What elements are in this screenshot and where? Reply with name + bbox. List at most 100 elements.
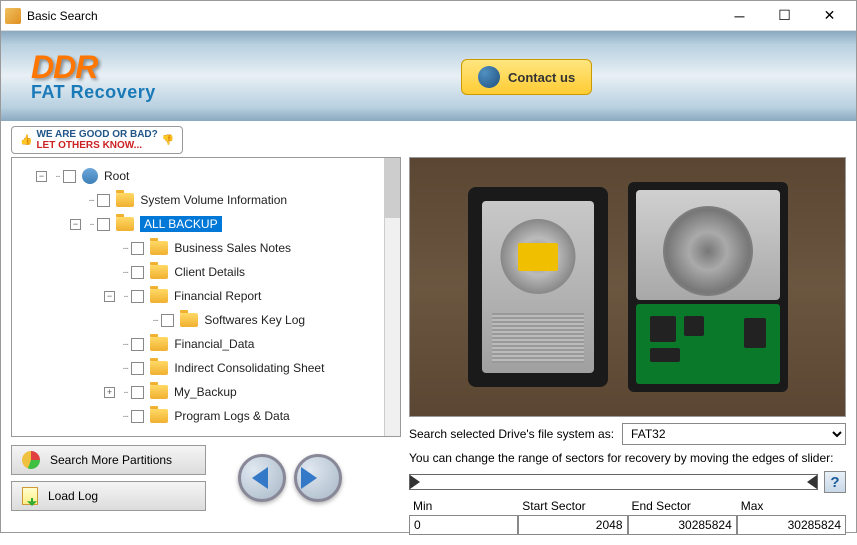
tree-label: Softwares Key Log	[204, 313, 305, 327]
contact-label: Contact us	[508, 70, 575, 85]
product-name: FAT Recovery	[31, 82, 156, 103]
tree-connector: ···	[123, 291, 127, 302]
expand-toggle[interactable]: +	[104, 387, 115, 398]
tree-connector: ···	[89, 219, 93, 230]
close-button[interactable]: ✕	[807, 2, 852, 30]
tree-connector: ····	[122, 339, 127, 350]
arrow-right-icon	[301, 467, 339, 489]
tree-root-row[interactable]: − ··· Root	[12, 164, 400, 188]
search-more-label: Search More Partitions	[50, 453, 172, 467]
window-controls: ─ ☐ ✕	[717, 2, 852, 30]
tree-connector: ····	[122, 363, 127, 374]
tree-checkbox[interactable]	[161, 314, 174, 327]
nav-arrows	[238, 454, 342, 502]
tree-label: System Volume Information	[140, 193, 287, 207]
collapse-toggle[interactable]: −	[70, 219, 81, 230]
contact-us-button[interactable]: Contact us	[461, 59, 592, 95]
left-button-row: Search More Partitions Load Log	[11, 445, 401, 511]
folder-icon	[150, 265, 168, 279]
collapse-toggle[interactable]: −	[36, 171, 47, 182]
tree-root-label: Root	[104, 169, 129, 183]
folder-icon	[150, 337, 168, 351]
tree-connector: ···	[55, 171, 59, 182]
tree-panel: − ··· Root ···· System Volume Informatio…	[11, 157, 401, 437]
slider-hint-row: You can change the range of sectors for …	[409, 451, 846, 465]
sector-grid: Min Start Sector End Sector Max 0 2048 3…	[409, 497, 846, 535]
tree-label: My_Backup	[174, 385, 237, 399]
min-value: 0	[409, 515, 518, 535]
filesystem-select[interactable]: FAT32	[622, 423, 846, 445]
person-icon	[478, 66, 500, 88]
pie-chart-icon	[22, 451, 40, 469]
tree-connector: ···	[123, 387, 127, 398]
maximize-button[interactable]: ☐	[762, 2, 807, 30]
tree-row[interactable]: ···· Business Sales Notes	[12, 236, 400, 260]
folder-icon	[116, 217, 134, 231]
filesystem-label: Search selected Drive's file system as:	[409, 427, 614, 441]
brand-logo: DDR	[31, 49, 156, 86]
app-icon	[5, 8, 21, 24]
max-header: Max	[737, 497, 846, 515]
window-title: Basic Search	[27, 9, 717, 23]
help-button[interactable]: ?	[824, 471, 846, 493]
left-pane: − ··· Root ···· System Volume Informatio…	[11, 157, 401, 535]
tree-row[interactable]: ···· Indirect Consolidating Sheet	[12, 356, 400, 380]
load-log-button[interactable]: Load Log	[11, 481, 206, 511]
drive-icon	[82, 168, 98, 184]
tree-row[interactable]: ···· Financial_Data	[12, 332, 400, 356]
tree-row[interactable]: − ··· ALL BACKUP	[12, 212, 400, 236]
forward-button[interactable]	[294, 454, 342, 502]
tree-checkbox[interactable]	[131, 386, 144, 399]
back-button[interactable]	[238, 454, 286, 502]
right-pane: Search selected Drive's file system as: …	[409, 157, 846, 535]
end-sector-input[interactable]: 30285824	[628, 515, 737, 535]
tree-checkbox[interactable]	[131, 410, 144, 423]
sector-range-slider[interactable]	[409, 474, 818, 490]
tree-row[interactable]: ···· Client Details	[12, 260, 400, 284]
minimize-button[interactable]: ─	[717, 2, 762, 30]
tree-scrollbar[interactable]	[384, 158, 400, 436]
tree-row[interactable]: ···· Softwares Key Log	[12, 308, 400, 332]
min-header: Min	[409, 497, 518, 515]
end-sector-header: End Sector	[628, 497, 737, 515]
thumbs-down-icon: 👎	[162, 135, 174, 146]
tree-checkbox[interactable]	[97, 218, 110, 231]
start-sector-input[interactable]: 2048	[518, 515, 627, 535]
max-value: 30285824	[737, 515, 846, 535]
tree-row[interactable]: − ··· Financial Report	[12, 284, 400, 308]
tree-label-selected: ALL BACKUP	[140, 216, 222, 232]
feedback-line2: LET OTHERS KNOW...	[36, 140, 157, 151]
logo-area: DDR FAT Recovery	[31, 49, 156, 103]
collapse-toggle[interactable]: −	[104, 291, 115, 302]
tree-row[interactable]: ···· Program Logs & Data	[12, 404, 400, 428]
tree-checkbox[interactable]	[131, 266, 144, 279]
tree-checkbox[interactable]	[97, 194, 110, 207]
feedback-badge[interactable]: 👍 WE ARE GOOD OR BAD? LET OTHERS KNOW...…	[11, 126, 183, 154]
arrow-left-icon	[252, 467, 268, 489]
main-area: − ··· Root ···· System Volume Informatio…	[1, 157, 856, 545]
search-more-partitions-button[interactable]: Search More Partitions	[11, 445, 206, 475]
tree-checkbox[interactable]	[131, 290, 144, 303]
drive-preview-panel	[409, 157, 846, 417]
folder-icon	[150, 289, 168, 303]
tree-connector: ····	[152, 315, 157, 326]
tree-connector: ····	[122, 243, 127, 254]
folder-icon	[180, 313, 198, 327]
start-sector-header: Start Sector	[518, 497, 627, 515]
folder-icon	[116, 193, 134, 207]
scrollbar-thumb[interactable]	[384, 158, 400, 218]
folder-icon	[150, 385, 168, 399]
tree-checkbox[interactable]	[63, 170, 76, 183]
tree-row[interactable]: ···· System Volume Information	[12, 188, 400, 212]
folder-tree[interactable]: − ··· Root ···· System Volume Informatio…	[12, 158, 400, 436]
tree-label: Financial Report	[174, 289, 261, 303]
filesystem-row: Search selected Drive's file system as: …	[409, 423, 846, 445]
tree-checkbox[interactable]	[131, 362, 144, 375]
tree-row[interactable]: + ··· My_Backup	[12, 380, 400, 404]
tree-checkbox[interactable]	[131, 338, 144, 351]
tree-connector: ····	[122, 267, 127, 278]
tree-label: Financial_Data	[174, 337, 254, 351]
slider-row: ?	[409, 471, 846, 493]
tree-connector: ····	[122, 411, 127, 422]
tree-checkbox[interactable]	[131, 242, 144, 255]
